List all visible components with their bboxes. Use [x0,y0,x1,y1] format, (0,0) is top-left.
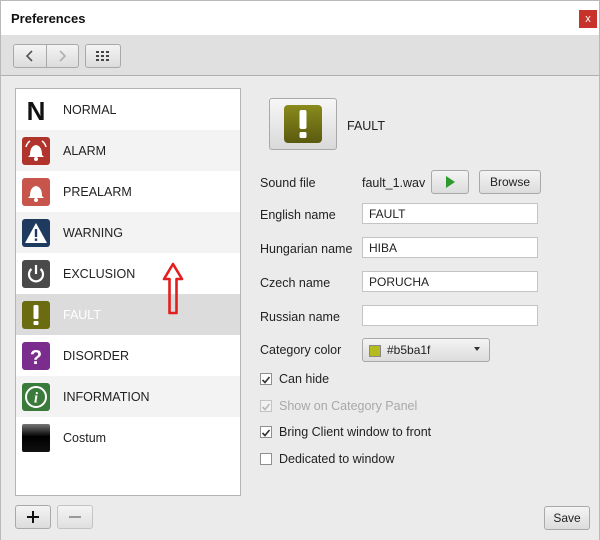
toolbar [1,35,599,76]
add-category-button[interactable] [15,505,51,529]
category-label: FAULT [63,307,101,322]
grid-view-button[interactable] [85,44,121,68]
back-button[interactable] [14,45,46,67]
preferences-window: Preferences x N NORMAL ALARM PREALARM WA… [0,0,600,540]
svg-text:N: N [27,96,46,124]
category-item-exclusion[interactable]: EXCLUSION [16,253,240,294]
power-icon [22,259,50,288]
exclamation-icon [284,105,322,143]
play-button[interactable] [431,170,469,194]
checkmark-icon [261,429,271,437]
info-icon: i [22,382,50,411]
question-icon: ? [22,341,50,370]
dedicated-to-window-label: Dedicated to window [279,452,395,466]
category-label: Costum [63,430,107,445]
plus-icon [27,511,39,523]
english-name-field[interactable]: FAULT [362,203,538,224]
category-item-normal[interactable]: N NORMAL [16,89,240,130]
color-swatch [369,345,381,357]
remove-category-button[interactable] [57,505,93,529]
chevron-left-icon [25,50,33,62]
play-icon [446,176,455,188]
bell-light-red-icon [22,177,50,206]
normal-n-icon: N [27,96,46,124]
category-item-costum[interactable]: Costum [16,417,240,458]
checkmark-icon [261,376,271,384]
category-icon-preview[interactable] [269,98,337,150]
can-hide-checkbox[interactable] [260,373,272,385]
browse-button[interactable]: Browse [479,170,541,194]
czech-name-label: Czech name [260,276,331,290]
chevron-right-icon [59,50,67,62]
category-color-label: Category color [260,343,342,357]
up-arrow-annotation-icon [162,262,184,315]
russian-name-label: Russian name [260,310,340,324]
can-hide-label: Can hide [279,372,330,386]
color-value: #b5ba1f [387,343,431,357]
show-on-category-panel-checkbox[interactable] [260,400,272,412]
chevron-down-icon [474,347,480,351]
category-label: WARNING [63,225,123,240]
navigation-group [13,44,79,68]
category-name-heading: FAULT [347,119,385,133]
window-title: Preferences [11,11,86,26]
save-button[interactable]: Save [544,506,590,530]
close-button[interactable]: x [579,10,597,28]
svg-text:?: ? [30,347,42,369]
russian-name-field[interactable] [362,305,538,326]
category-color-select[interactable]: #b5ba1f [362,338,490,362]
checkmark-icon [261,403,271,411]
sound-file-label: Sound file [260,176,316,190]
category-item-fault[interactable]: FAULT [16,294,240,335]
category-label: EXCLUSION [63,266,136,281]
category-item-prealarm[interactable]: PREALARM [16,171,240,212]
category-item-warning[interactable]: WARNING [16,212,240,253]
warning-triangle-icon [22,218,50,247]
category-label: ALARM [63,143,107,158]
exclamation-icon [22,300,50,329]
hungarian-name-field[interactable]: HIBA [362,237,538,258]
forward-button[interactable] [45,45,79,67]
dedicated-to-window-checkbox[interactable] [260,453,272,465]
bring-client-window-checkbox[interactable] [260,426,272,438]
czech-name-field[interactable]: PORUCHA [362,271,538,292]
category-label: PREALARM [63,184,132,199]
category-label: INFORMATION [63,389,150,404]
bell-red-icon [22,136,50,165]
category-list[interactable]: N NORMAL ALARM PREALARM WARNING EXCLUSIO… [15,88,241,496]
hungarian-name-label: Hungarian name [260,242,353,256]
bring-client-window-label: Bring Client window to front [279,425,432,439]
category-label: DISORDER [63,348,129,363]
english-name-label: English name [260,208,336,222]
category-item-information[interactable]: i INFORMATION [16,376,240,417]
gradient-black-icon [22,423,50,452]
category-label: NORMAL [63,102,117,117]
grid-icon [96,51,109,61]
category-item-disorder[interactable]: ? DISORDER [16,335,240,376]
sound-file-value: fault_1.wav [362,176,426,190]
title-bar: Preferences x [1,1,599,35]
show-on-category-panel-label: Show on Category Panel [279,399,418,413]
content-area: N NORMAL ALARM PREALARM WARNING EXCLUSIO… [1,76,599,540]
category-item-alarm[interactable]: ALARM [16,130,240,171]
minus-icon [69,516,81,518]
